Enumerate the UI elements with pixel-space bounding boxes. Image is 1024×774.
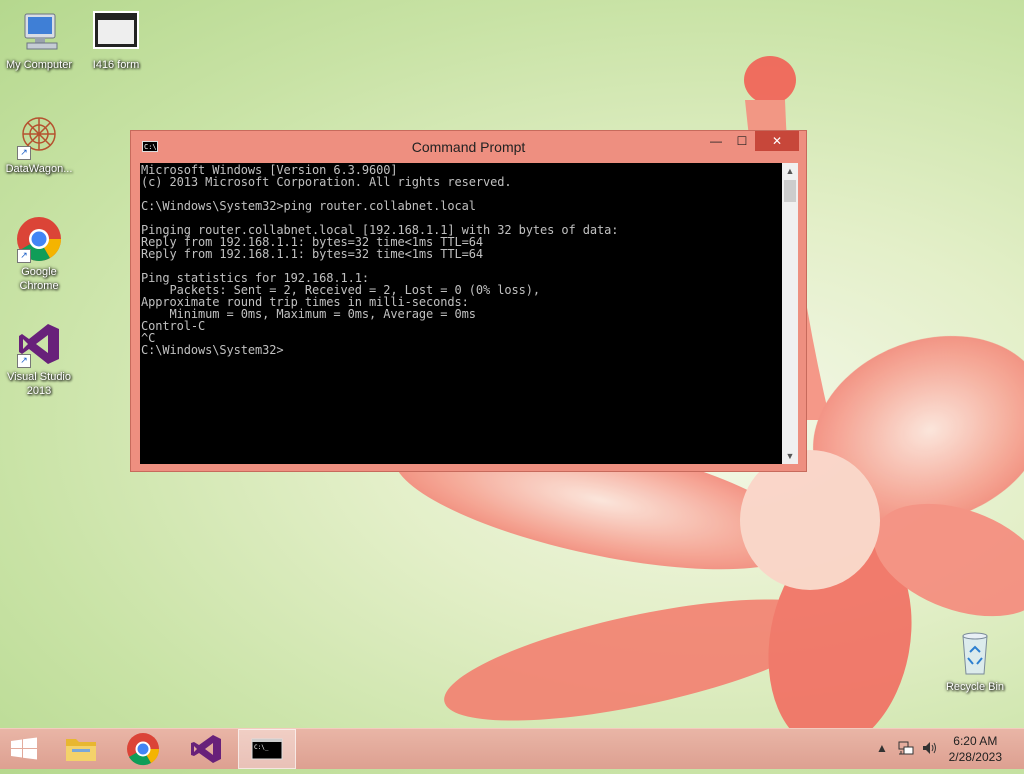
datawagon-icon: ↗ — [15, 112, 63, 160]
scroll-up-icon[interactable]: ▲ — [782, 163, 798, 179]
desktop-icon-visual-studio[interactable]: ↗ Visual Studio 2013 — [1, 320, 77, 398]
shortcut-arrow-icon: ↗ — [17, 354, 31, 368]
minimize-button[interactable]: — — [703, 131, 729, 151]
vertical-scrollbar[interactable]: ▲ ▼ — [782, 163, 798, 464]
visual-studio-icon: ↗ — [15, 320, 63, 368]
scroll-down-icon[interactable]: ▼ — [782, 448, 798, 464]
command-prompt-icon: C:\_ — [251, 738, 283, 760]
clock-date: 2/28/2023 — [948, 750, 1002, 764]
desktop-icon-label: My Computer — [5, 59, 73, 71]
taskbar-file-explorer[interactable] — [54, 729, 108, 769]
recycle-bin-icon — [951, 630, 999, 678]
taskbar-command-prompt[interactable]: C:\_ — [238, 729, 296, 769]
shortcut-arrow-icon: ↗ — [17, 249, 31, 263]
scroll-thumb[interactable] — [784, 180, 796, 202]
chrome-icon — [127, 733, 160, 766]
taskbar-visual-studio[interactable] — [178, 729, 232, 769]
start-button[interactable] — [0, 729, 48, 769]
network-icon[interactable] — [898, 740, 914, 756]
desktop-icon-google-chrome[interactable]: ↗ Google Chrome — [1, 215, 77, 293]
clock-time: 6:20 AM — [953, 734, 998, 748]
desktop-icon-datawagon[interactable]: ↗ DataWagon... — [1, 112, 77, 176]
desktop-icon-recycle-bin[interactable]: Recycle Bin — [937, 630, 1013, 694]
console-output: Microsoft Windows [Version 6.3.9600] (c)… — [141, 163, 619, 357]
svg-text:C:\_: C:\_ — [254, 744, 269, 751]
taskbar-google-chrome[interactable] — [116, 729, 170, 769]
taskbar: C:\_ ▲ 6:20 AM 2/28/2023 — [0, 728, 1024, 769]
title-bar[interactable]: C:\ Command Prompt — ☐ ✕ — [131, 131, 806, 163]
volume-icon[interactable] — [921, 740, 939, 756]
command-prompt-window[interactable]: C:\ Command Prompt — ☐ ✕ Microsoft Windo… — [130, 130, 807, 472]
maximize-button[interactable]: ☐ — [729, 131, 755, 151]
visual-studio-icon — [191, 735, 221, 763]
desktop-icon-label: DataWagon... — [5, 163, 73, 175]
window-file-icon — [92, 8, 140, 56]
computer-icon — [15, 8, 63, 56]
show-hidden-icons-button[interactable]: ▲ — [876, 741, 888, 755]
desktop-icon-label: Google Chrome — [19, 266, 59, 292]
desktop-icon-i416-form[interactable]: I416 form — [78, 8, 154, 72]
folder-icon — [66, 739, 96, 761]
desktop-icon-label: Visual Studio 2013 — [6, 371, 71, 397]
console-area[interactable]: Microsoft Windows [Version 6.3.9600] (c)… — [140, 163, 782, 464]
windows-logo-icon — [11, 737, 37, 760]
shortcut-arrow-icon: ↗ — [17, 146, 31, 160]
desktop-icon-label: I416 form — [92, 59, 140, 71]
desktop-icon-my-computer[interactable]: My Computer — [1, 8, 77, 72]
desktop-icon-label: Recycle Bin — [945, 681, 1005, 693]
close-button[interactable]: ✕ — [755, 131, 799, 151]
taskbar-clock[interactable]: 6:20 AM 2/28/2023 — [949, 733, 1002, 765]
chrome-icon: ↗ — [15, 215, 63, 263]
